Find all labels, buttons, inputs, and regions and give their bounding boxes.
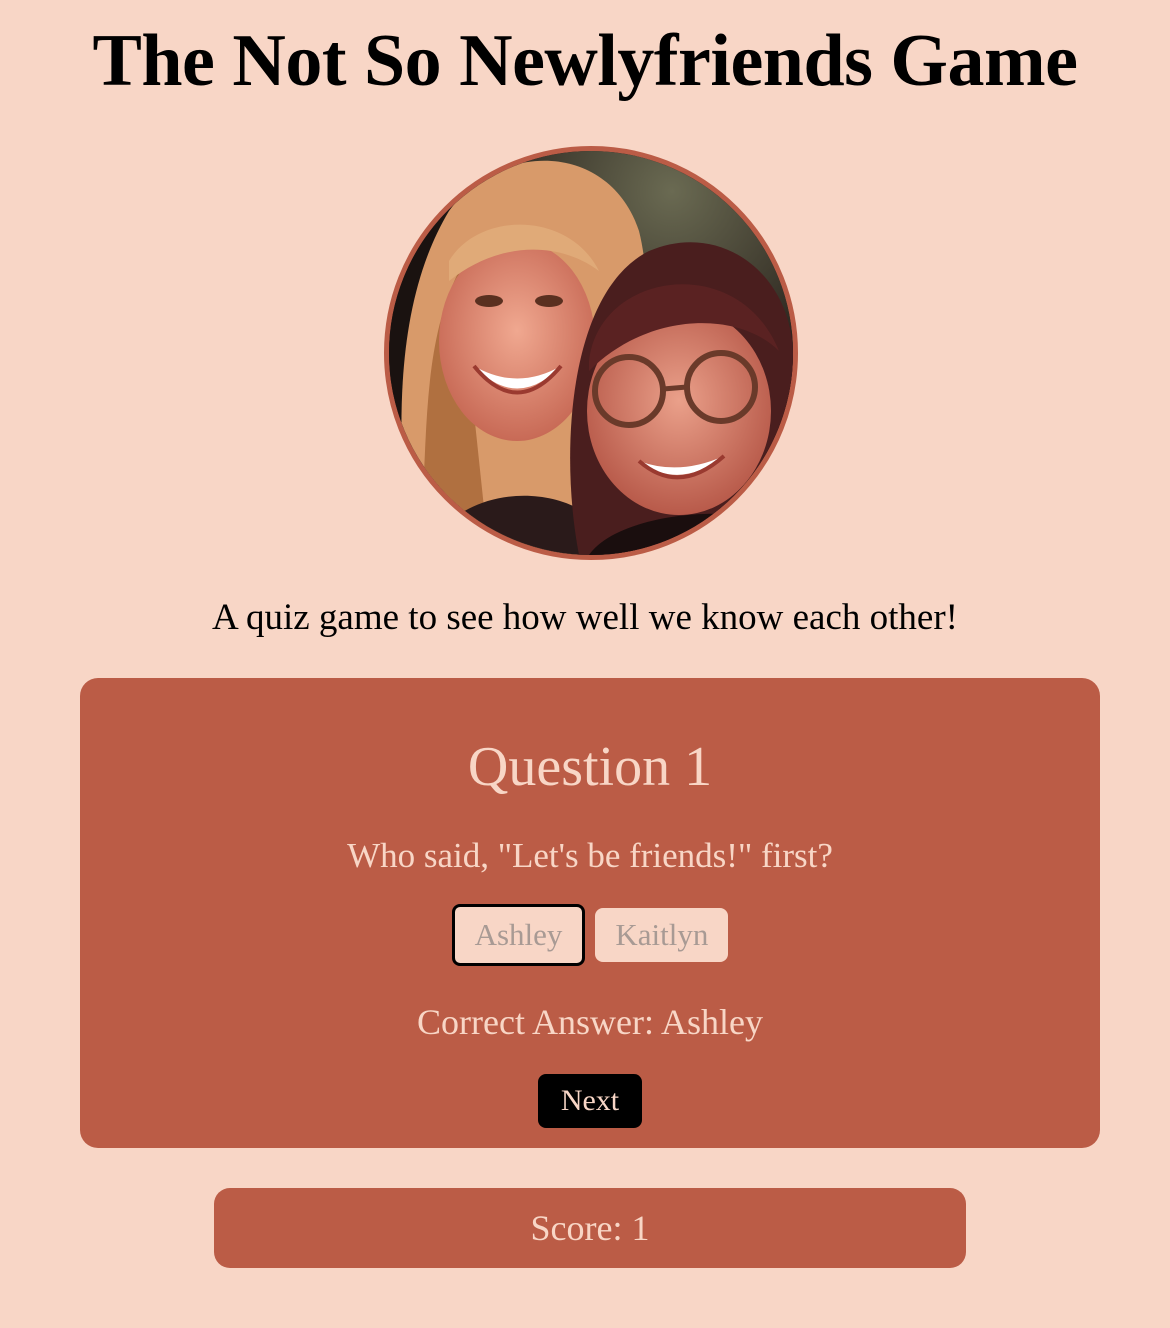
subtitle: A quiz game to see how well we know each… (212, 597, 958, 638)
answer-button-kaitlyn[interactable]: Kaitlyn (595, 908, 729, 962)
answer-button-ashley[interactable]: Ashley (451, 904, 586, 966)
next-button[interactable]: Next (538, 1074, 642, 1128)
score-display: Score: 1 (214, 1188, 966, 1268)
correct-answer-text: Correct Answer: Ashley (417, 1002, 763, 1042)
question-text: Who said, "Let's be friends!" first? (347, 836, 833, 875)
page-title: The Not So Newlyfriends Game (92, 20, 1078, 102)
friends-photo-image (389, 151, 793, 555)
question-title: Question 1 (467, 736, 713, 798)
avatar (384, 146, 798, 560)
quiz-card: Question 1 Who said, "Let's be friends!"… (80, 678, 1100, 1148)
answer-options: Ashley Kaitlyn (80, 904, 1100, 966)
